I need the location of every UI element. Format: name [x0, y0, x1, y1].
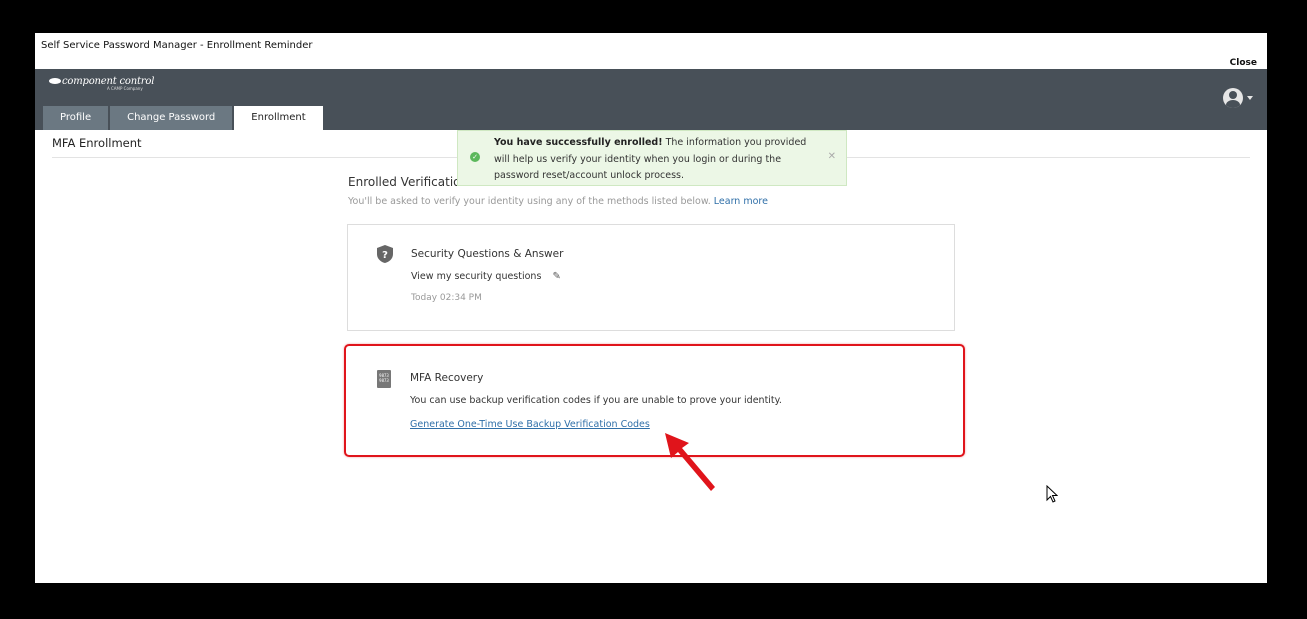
toast-message: You have successfully enrolled! The info… — [494, 135, 824, 185]
annotation-highlight-box — [344, 344, 965, 457]
tab-change-password[interactable]: Change Password — [110, 106, 233, 130]
svg-text:?: ? — [382, 250, 388, 261]
shield-question-icon: ? — [377, 245, 393, 263]
view-questions-link[interactable]: View my security questions — [411, 271, 541, 282]
toast-close-icon[interactable]: ✕ — [828, 151, 836, 162]
success-toast: ✓ You have successfully enrolled! The in… — [457, 130, 847, 186]
tab-profile[interactable]: Profile — [43, 106, 109, 130]
app-window: Self Service Password Manager - Enrollme… — [35, 33, 1267, 583]
method-card-security-questions: ? Security Questions & Answer View my se… — [347, 224, 955, 331]
method-timestamp: Today 02:34 PM — [411, 293, 482, 303]
learn-more-link[interactable]: Learn more — [714, 196, 768, 207]
title-bar: Self Service Password Manager - Enrollme… — [35, 33, 1267, 69]
caret-down-icon — [1247, 96, 1253, 100]
user-circle-icon — [1223, 88, 1243, 108]
close-button[interactable]: Close — [1230, 58, 1257, 68]
check-circle-icon: ✓ — [470, 152, 480, 162]
logo-swoosh-icon — [49, 78, 61, 84]
section-subtitle: You'll be asked to verify your identity … — [348, 196, 768, 207]
user-menu[interactable] — [1223, 88, 1253, 108]
app-header: component control A CAMP Company Profile… — [35, 69, 1267, 130]
annotation-arrow-icon — [665, 433, 715, 491]
window-title: Self Service Password Manager - Enrollme… — [41, 40, 313, 51]
tab-enrollment[interactable]: Enrollment — [234, 106, 323, 130]
mouse-cursor-icon — [1046, 485, 1058, 503]
edit-pencil-icon[interactable]: ✎ — [552, 271, 560, 282]
view-questions-row: View my security questions ✎ — [411, 271, 561, 282]
company-logo: component control A CAMP Company — [49, 76, 154, 91]
section-subtitle-text: You'll be asked to verify your identity … — [348, 196, 711, 207]
tab-bar: Profile Change Password Enrollment — [43, 106, 323, 130]
page-title: MFA Enrollment — [52, 136, 142, 150]
toast-bold: You have successfully enrolled! — [494, 137, 663, 148]
method-title: Security Questions & Answer — [411, 248, 564, 260]
